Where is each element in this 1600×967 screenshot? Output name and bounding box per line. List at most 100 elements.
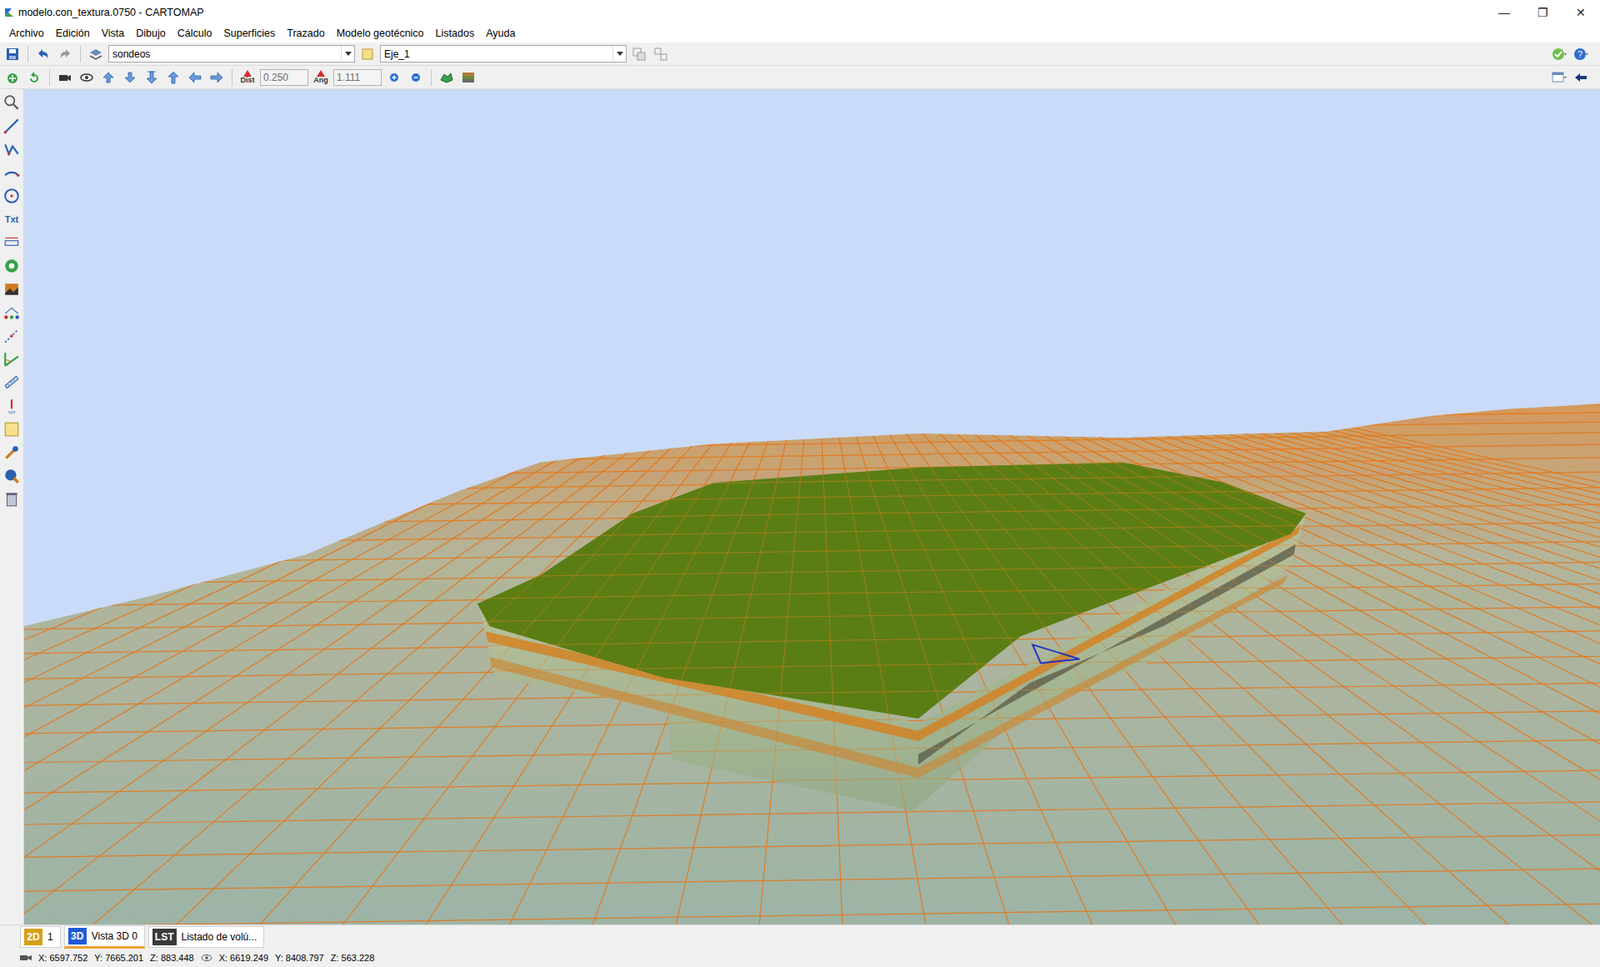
collapse-arrow-icon[interactable]: [1571, 68, 1590, 87]
view-tab[interactable]: LSTListado de volú...: [148, 925, 265, 948]
polyline-icon[interactable]: [2, 139, 21, 160]
view-tab-label: 1: [47, 929, 54, 945]
grid-line: [24, 308, 816, 925]
search-layer-icon[interactable]: [2, 465, 21, 486]
view-tab-tag: 3D: [68, 927, 87, 945]
redo-icon[interactable]: [55, 45, 75, 64]
dropdown-arrow-icon[interactable]: [340, 45, 355, 62]
grid-line: [24, 308, 816, 925]
descend-icon[interactable]: [142, 68, 161, 87]
zoom-out-icon[interactable]: [406, 68, 425, 87]
menu-item[interactable]: Superficies: [217, 25, 281, 43]
strata-icon[interactable]: [459, 68, 478, 87]
menu-item[interactable]: Trazado: [280, 25, 330, 43]
edit-tools-icon[interactable]: [2, 442, 21, 463]
line-icon[interactable]: [2, 115, 21, 136]
grid-line: [555, 308, 816, 925]
window-layout-icon[interactable]: [1550, 68, 1569, 87]
close-button[interactable]: ✕: [1561, 0, 1600, 25]
save-icon[interactable]: [3, 45, 22, 64]
axis-combobox[interactable]: Eje_1: [380, 45, 627, 63]
view-3d[interactable]: [24, 89, 1600, 925]
grid-line: [24, 308, 816, 925]
reset-view-icon[interactable]: [25, 68, 44, 87]
grid-line: [24, 397, 1600, 420]
arc-icon[interactable]: [2, 162, 21, 183]
terrain-model-icon[interactable]: [437, 68, 456, 87]
axis-color-icon[interactable]: [358, 45, 377, 64]
move-up-icon[interactable]: [99, 68, 118, 87]
ang-label-input[interactable]: [333, 69, 382, 86]
move-right-icon[interactable]: [207, 68, 226, 87]
selection-triangle[interactable]: [1032, 644, 1080, 663]
svg-text:Txt: Txt: [5, 214, 20, 225]
note-icon[interactable]: [2, 419, 21, 440]
menu-item[interactable]: Listados: [430, 25, 481, 43]
grid-line: [815, 308, 1138, 925]
ruler-icon[interactable]: [2, 372, 21, 393]
camera-icon[interactable]: [55, 68, 75, 87]
layer-combobox[interactable]: sondeos: [108, 45, 355, 63]
status-bar: X: 6597.752Y: 7665.201Z: 883.448X: 6619.…: [0, 948, 1600, 967]
minimize-button[interactable]: —: [1485, 0, 1524, 25]
grid-line: [70, 308, 816, 925]
delete-icon[interactable]: [2, 489, 21, 510]
menu-item[interactable]: Edición: [50, 25, 96, 43]
dropdown-arrow-icon[interactable]: [612, 45, 626, 62]
grid-line: [24, 421, 1600, 445]
main-toolbar: sondeos Eje_1?: [0, 42, 1600, 66]
menu-item[interactable]: Archivo: [3, 25, 50, 43]
check-status-icon[interactable]: [1550, 45, 1569, 64]
window-tile-icon[interactable]: [630, 45, 649, 64]
menu-item[interactable]: Vista: [95, 25, 131, 43]
menu-item[interactable]: Modelo geotécnico: [330, 25, 430, 43]
grid-line: [24, 308, 816, 925]
grid-line: [265, 308, 816, 925]
view-tab[interactable]: 3DVista 3D 0: [64, 925, 145, 949]
layers-icon[interactable]: [86, 45, 105, 64]
grid-line: [24, 397, 1600, 420]
circle-icon[interactable]: [2, 185, 21, 206]
dist-label: Dist: [238, 70, 257, 85]
grid-line: [815, 308, 847, 925]
menu-item[interactable]: Ayuda: [480, 25, 521, 43]
terrain-scene[interactable]: [24, 89, 1600, 925]
menu-item[interactable]: Dibujo: [130, 25, 171, 43]
grid-line: [24, 834, 1600, 857]
points-icon[interactable]: [2, 302, 21, 323]
zoom-icon[interactable]: [2, 92, 21, 113]
help-icon[interactable]: ?: [1571, 45, 1590, 64]
dist-label-input[interactable]: [260, 69, 309, 86]
zoom-in-icon[interactable]: [385, 68, 404, 87]
menu-item[interactable]: Cálculo: [171, 25, 219, 43]
warning-triangle-icon: [243, 70, 252, 77]
move-left-icon[interactable]: [185, 68, 205, 87]
image-icon[interactable]: [2, 279, 21, 300]
ang-label: Ang: [311, 70, 330, 85]
dimension-icon[interactable]: [2, 232, 21, 253]
title-bar: modelo.con_textura.0750 - CARTOMAP —❐✕: [0, 0, 1600, 25]
view-toolbar: Dist Ang: [0, 65, 1600, 90]
angle-icon[interactable]: [2, 349, 21, 370]
restore-button[interactable]: ❐: [1523, 0, 1562, 25]
toolbar-right: ?: [1550, 45, 1597, 64]
compass-icon[interactable]: [2, 255, 21, 276]
grid-line: [459, 308, 817, 925]
view-tabs: 2D13DVista 3D 0LSTListado de volú...: [0, 924, 1600, 949]
grid-line: [24, 541, 1600, 565]
text-icon[interactable]: Txt: [2, 209, 21, 230]
grid-line: [750, 308, 817, 925]
view-tab[interactable]: 2D1: [20, 925, 61, 948]
eye-icon: [200, 953, 213, 962]
eye-icon[interactable]: [77, 68, 96, 87]
move-down-icon[interactable]: [120, 68, 140, 87]
undo-icon[interactable]: [34, 45, 53, 64]
window-split-icon[interactable]: [651, 45, 670, 64]
grid-line: [24, 710, 1600, 734]
zoom-extents-icon[interactable]: [3, 68, 22, 87]
grid-line: [24, 444, 1600, 467]
ascend-icon[interactable]: [164, 68, 183, 87]
grid-line: [24, 308, 816, 925]
xyz-point-icon[interactable]: xyz: [2, 395, 21, 416]
measure-icon[interactable]: [2, 325, 21, 346]
